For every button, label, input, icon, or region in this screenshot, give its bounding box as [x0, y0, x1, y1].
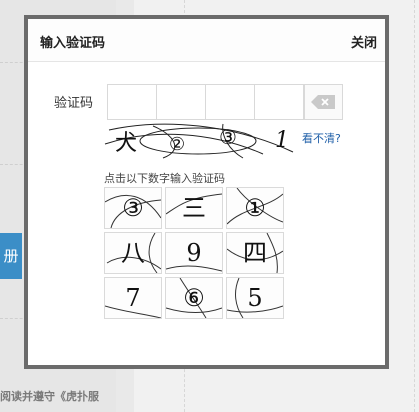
tile-label: 八: [121, 239, 145, 267]
clear-button[interactable]: [304, 84, 343, 120]
captcha-instruction: 点击以下数字输入验证码: [104, 172, 225, 185]
captcha-tile[interactable]: ①: [226, 187, 284, 229]
captcha-char: ②: [169, 134, 186, 155]
captcha-image: 犬 ② ③ 1: [103, 122, 299, 159]
background-footer-text: 阅读并遵守《虎扑服: [0, 390, 99, 403]
captcha-tile[interactable]: ⑥: [165, 277, 223, 319]
tile-label: 7: [125, 284, 141, 312]
captcha-tile[interactable]: 5: [226, 277, 284, 319]
captcha-tile[interactable]: 9: [165, 232, 223, 274]
captcha-char: 1: [275, 128, 289, 153]
captcha-tile[interactable]: 八: [104, 232, 162, 274]
captcha-slot: [205, 84, 255, 120]
background-divider: [414, 0, 415, 412]
tile-label: 5: [247, 284, 263, 312]
captcha-tile[interactable]: 7: [104, 277, 162, 319]
captcha-char: ③: [219, 125, 237, 149]
captcha-tile[interactable]: 四: [226, 232, 284, 274]
refresh-captcha-link[interactable]: 看不清?: [302, 130, 341, 146]
captcha-input[interactable]: [107, 84, 304, 120]
modal-header: 输入验证码 关闭: [28, 19, 385, 62]
tile-label: 四: [243, 239, 267, 267]
captcha-slot: [107, 84, 157, 120]
captcha-tile[interactable]: 三: [165, 187, 223, 229]
captcha-field-label: 验证码: [54, 96, 94, 111]
captcha-slot: [156, 84, 206, 120]
tile-label: ⑥: [183, 284, 205, 312]
tile-label: ①: [244, 194, 266, 222]
modal-title: 输入验证码: [40, 36, 106, 51]
tile-label: ③: [122, 194, 144, 222]
clear-input-icon: [311, 95, 335, 109]
captcha-slot: [254, 84, 304, 120]
tile-label: 三: [182, 194, 206, 222]
tile-label: 9: [186, 239, 202, 267]
captcha-modal: 输入验证码 关闭 验证码 犬 ② ③ 1 看不清? 点击以下数字输入验证码 ③ …: [24, 15, 389, 369]
captcha-char: 犬: [115, 131, 138, 156]
captcha-tile[interactable]: ③: [104, 187, 162, 229]
background-button[interactable]: 册: [0, 233, 22, 279]
close-button[interactable]: 关闭: [351, 32, 377, 51]
